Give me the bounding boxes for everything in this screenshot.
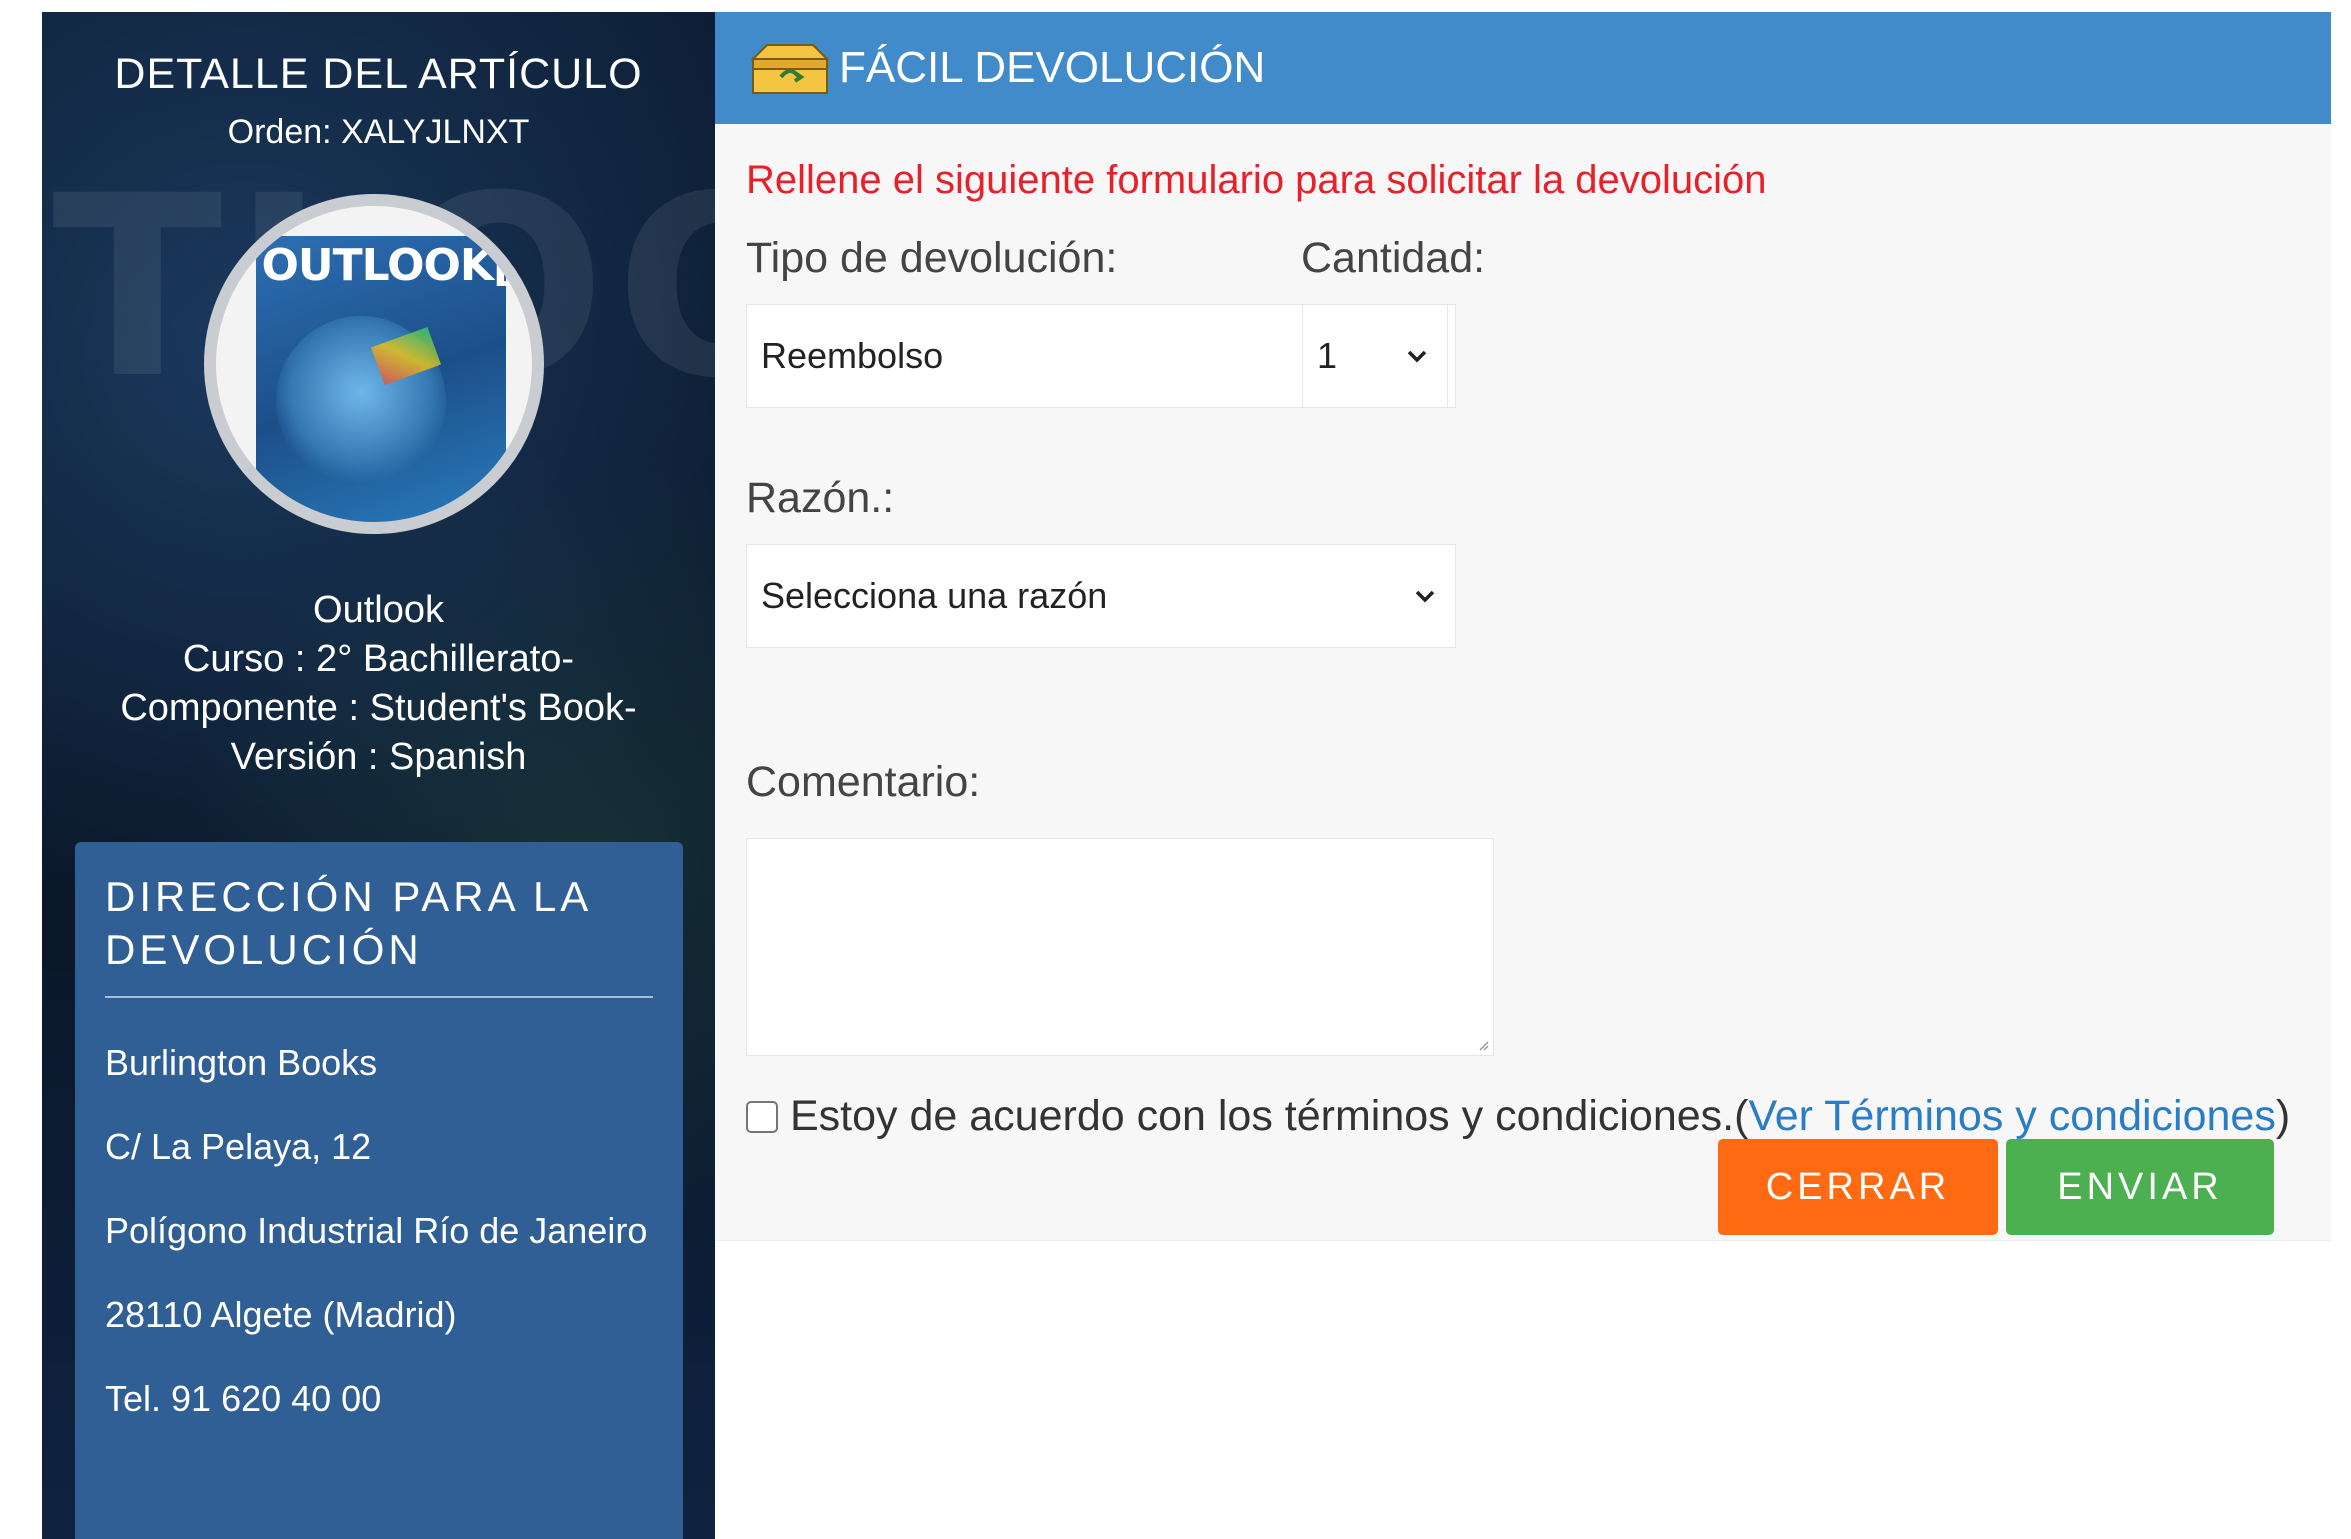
item-info: Outlook Curso : 2° Bachillerato- Compone… <box>42 586 715 782</box>
address-line: Tel. 91 620 40 00 <box>105 1378 382 1419</box>
item-detail-title: DETALLE DEL ARTÍCULO <box>114 50 643 98</box>
book-component: Componente : Student's Book- <box>120 687 637 729</box>
terms-row: Estoy de acuerdo con los términos y cond… <box>746 1092 2290 1141</box>
book-name: Outlook <box>313 589 444 631</box>
chevron-down-icon <box>1407 350 1427 363</box>
reason-select[interactable]: Selecciona una razón <box>746 544 1456 648</box>
item-detail-panel: TLOOK DETALLE DEL ARTÍCULO Orden: XALYJL… <box>42 12 715 1539</box>
address-line: Burlington Books <box>105 1042 378 1083</box>
address-line: 28110 Algete (Madrid) <box>105 1294 457 1335</box>
form-instruction: Rellene el siguiente formulario para sol… <box>746 158 1767 202</box>
return-form: Rellene el siguiente formulario para sol… <box>715 124 2331 1241</box>
terms-link[interactable]: Ver Términos y condiciones <box>1748 1092 2275 1141</box>
cover-title: OUTLOOK[2] <box>261 240 544 291</box>
return-address-title: DIRECCIÓN PARA LA DEVOLUCIÓN <box>105 870 653 998</box>
terms-checkbox[interactable] <box>746 1100 778 1133</box>
book-cover: OUTLOOK[2] <box>255 236 532 522</box>
reason-value: Selecciona una razón <box>761 575 1108 616</box>
return-type-value: Reembolso <box>761 335 944 376</box>
return-address-box: DIRECCIÓN PARA LA DEVOLUCIÓN Burlington … <box>75 842 683 1539</box>
box-icon <box>747 39 833 97</box>
comment-textarea[interactable] <box>746 838 1494 1056</box>
return-modal: TLOOK DETALLE DEL ARTÍCULO Orden: XALYJL… <box>42 12 2331 1539</box>
address-line: C/ La Pelaya, 12 <box>105 1126 372 1167</box>
order-number: Orden: XALYJLNXT <box>227 113 530 151</box>
form-header: FÁCIL DEVOLUCIÓN <box>715 12 2331 124</box>
address-line: Polígono Industrial Río de Janeiro <box>105 1210 648 1251</box>
book-version: Versión : Spanish <box>230 736 527 778</box>
return-form-panel: FÁCIL DEVOLUCIÓN Rellene el siguiente fo… <box>715 12 2331 1539</box>
comment-label: Comentario: <box>746 758 981 806</box>
form-title: FÁCIL DEVOLUCIÓN <box>839 43 1266 92</box>
terms-close-paren: ) <box>2275 1092 2291 1140</box>
quantity-value: 1 <box>1317 335 1338 376</box>
book-image: OUTLOOK[2] <box>203 194 544 534</box>
reason-label: Razón.: <box>746 474 895 522</box>
close-button[interactable]: CERRAR <box>1718 1139 1998 1235</box>
resize-grip-icon[interactable] <box>1475 1037 1489 1051</box>
book-course: Curso : 2° Bachillerato- <box>182 638 575 680</box>
chevron-down-icon <box>1415 590 1435 603</box>
return-type-label: Tipo de devolución: <box>746 234 1118 282</box>
quantity-select[interactable]: 1 <box>1302 304 1448 408</box>
terms-text: Estoy de acuerdo con los términos y cond… <box>790 1092 1749 1140</box>
send-button[interactable]: ENVIAR <box>2006 1139 2274 1235</box>
quantity-label: Cantidad: <box>1301 234 1486 282</box>
